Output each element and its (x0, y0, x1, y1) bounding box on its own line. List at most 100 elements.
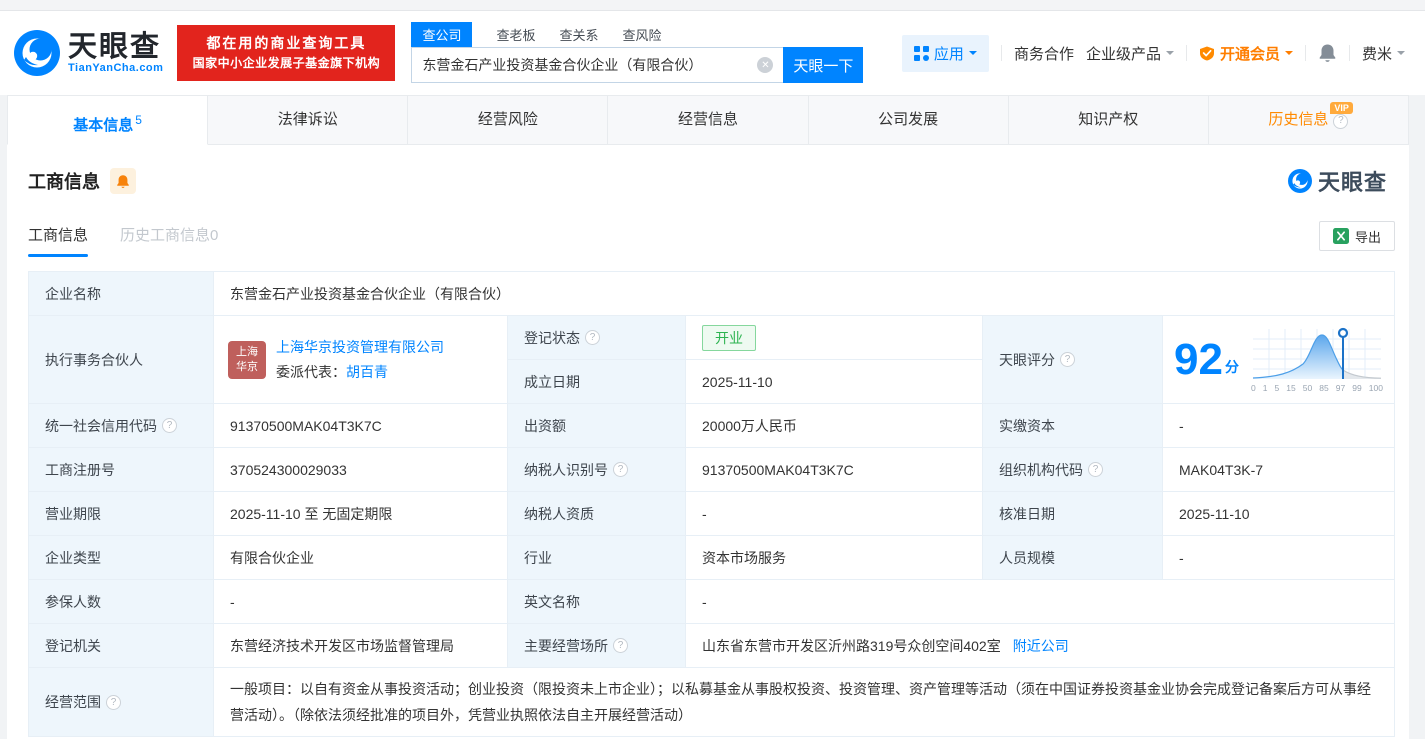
rep-label: 委派代表： (276, 364, 346, 380)
table-row: 参保人数 - 英文名称 - (29, 580, 1395, 624)
help-icon[interactable] (613, 462, 628, 477)
chevron-down-icon (1284, 51, 1293, 59)
business-scope-value: 一般项目：以自有资金从事投资活动；创业投资（限投资未上市企业）；以私募基金从事股… (214, 668, 1395, 737)
search-tabs: 查公司 查老板 查关系 查风险 (411, 22, 863, 47)
business-term-value: 2025-11-10 至 无固定期限 (214, 492, 508, 536)
subtab-business-info[interactable]: 工商信息 (28, 224, 89, 257)
field-label: 行业 (508, 536, 686, 580)
top-navigation: 应用 商务合作 企业级产品 开通会员 费米 (901, 34, 1405, 72)
banner-slogan-1: 都在用的商业查询工具 (206, 35, 367, 51)
nav-business-cooperation[interactable]: 商务合作 (1014, 43, 1074, 64)
taxpayer-id-value: 91370500MAK04T3K7C (686, 448, 983, 492)
business-info-card: 工商信息 天眼查 工商信息 历史工商信息0 导出 企业名称 东营金石产业投资基金… (7, 145, 1409, 739)
divider (1348, 45, 1350, 61)
search-button[interactable]: 天眼一下 (783, 47, 864, 83)
capital-value: 20000万人民币 (686, 404, 983, 448)
tianyancha-logo[interactable]: 天眼查 TianYanCha.com (14, 30, 163, 76)
insured-count-value: - (214, 580, 508, 624)
table-row: 经营范围 一般项目：以自有资金从事投资活动；创业投资（限投资未上市企业）；以私募… (29, 668, 1395, 737)
search-input[interactable] (422, 57, 758, 73)
field-label: 主要经营场所 (508, 624, 686, 668)
status-badge: 开业 (702, 324, 756, 351)
tianyancha-logo-icon (1287, 169, 1312, 193)
chevron-down-icon (1165, 51, 1174, 59)
apps-grid-icon (913, 45, 929, 61)
logo-domain: TianYanCha.com (68, 62, 164, 74)
search-tab-company[interactable]: 查公司 (411, 22, 473, 47)
tab-history-info[interactable]: 历史信息 VIP (1208, 95, 1409, 145)
field-label: 成立日期 (508, 360, 686, 404)
subscribe-bell-button[interactable] (110, 168, 136, 194)
table-row: 营业期限 2025-11-10 至 无固定期限 纳税人资质 - 核准日期 202… (29, 492, 1395, 536)
rep-name-link[interactable]: 胡百青 (346, 364, 388, 380)
page-top-strip (0, 0, 1425, 11)
help-icon[interactable] (1333, 113, 1349, 129)
search-tab-boss[interactable]: 查老板 (496, 22, 535, 47)
company-name-value: 东营金石产业投资基金合伙企业（有限合伙） (214, 272, 1395, 316)
bell-icon (117, 174, 129, 188)
search-area: 查公司 查老板 查关系 查风险 天眼一下 (411, 22, 864, 83)
tab-legal-proceedings[interactable]: 法律诉讼 (208, 95, 409, 145)
english-name-value: - (686, 580, 1395, 624)
help-icon[interactable] (1088, 462, 1103, 477)
score-cell: 92 分 0 1 5 15 50 85 97 99 100 (1163, 316, 1395, 404)
divider (1304, 45, 1306, 61)
clear-search-icon[interactable] (757, 57, 774, 73)
username: 费米 (1361, 45, 1392, 63)
score-axis-ticks: 0 1 5 15 50 85 97 99 100 (1250, 383, 1383, 393)
staff-size-value: - (1163, 536, 1395, 580)
field-label: 纳税人识别号 (508, 448, 686, 492)
help-icon[interactable] (106, 694, 121, 710)
field-label: 人员规模 (983, 536, 1163, 580)
tab-operating-risk[interactable]: 经营风险 (408, 95, 609, 145)
credit-code-value: 91370500MAK04T3K7C (214, 404, 508, 448)
field-label: 企业类型 (29, 536, 214, 580)
help-icon[interactable] (162, 418, 177, 433)
chevron-down-icon (968, 51, 977, 59)
apps-menu[interactable]: 应用 (901, 34, 989, 72)
field-label: 营业期限 (29, 492, 214, 536)
tab-company-development[interactable]: 公司发展 (808, 95, 1009, 145)
user-menu[interactable]: 费米 (1362, 43, 1405, 64)
score-unit: 分 (1224, 358, 1239, 375)
field-label: 登记状态 (508, 316, 686, 360)
table-row: 登记机关 东营经济技术开发区市场监督管理局 主要经营场所 山东省东营市开发区沂州… (29, 624, 1395, 668)
partner-company-link[interactable]: 上海华京投资管理有限公司 (276, 337, 444, 357)
tab-operating-info[interactable]: 经营信息 (608, 95, 809, 145)
tab-intellectual-property[interactable]: 知识产权 (1008, 95, 1209, 145)
help-icon[interactable] (1060, 352, 1075, 367)
notifications-bell[interactable] (1318, 43, 1337, 63)
company-type-value: 有限合伙企业 (214, 536, 508, 580)
logo-text: 天眼查 (68, 31, 162, 63)
business-address-value: 山东省东营市开发区沂州路319号众创空间402室 附近公司 (686, 624, 1395, 668)
paid-in-capital-value: - (1163, 404, 1395, 448)
field-label: 统一社会信用代码 (29, 404, 214, 448)
chevron-down-icon (1397, 51, 1405, 59)
table-row: 执行事务合伙人 上海 华京 上海华京投资管理有限公司 委派代表：胡百青 登记状态… (29, 316, 1395, 404)
nav-open-membership[interactable]: 开通会员 (1199, 43, 1293, 64)
field-label: 工商注册号 (29, 448, 214, 492)
field-label: 天眼评分 (983, 316, 1163, 404)
registration-authority-value: 东营经济技术开发区市场监督管理局 (214, 624, 508, 668)
field-label: 纳税人资质 (508, 492, 686, 536)
search-tab-relation[interactable]: 查关系 (559, 22, 598, 47)
partner-avatar[interactable]: 上海 华京 (228, 340, 266, 379)
nav-enterprise-products[interactable]: 企业级产品 (1086, 43, 1174, 64)
nearby-companies-link[interactable]: 附近公司 (1013, 636, 1069, 656)
excel-icon (1332, 228, 1349, 244)
reg-status-value: 开业 (686, 316, 983, 360)
subtab-history-business-info[interactable]: 历史工商信息0 (120, 224, 218, 257)
table-row: 企业类型 有限合伙企业 行业 资本市场服务 人员规模 - (29, 536, 1395, 580)
export-button[interactable]: 导出 (1318, 221, 1395, 251)
search-tab-risk[interactable]: 查风险 (622, 22, 661, 47)
field-label: 参保人数 (29, 580, 214, 624)
field-label: 实缴资本 (983, 404, 1163, 448)
help-icon[interactable] (613, 638, 628, 653)
tab-count-badge: 5 (135, 113, 142, 127)
tab-basic-info[interactable]: 基本信息 5 (7, 95, 209, 145)
help-icon[interactable] (585, 330, 600, 345)
site-header: 天眼查 TianYanCha.com 都在用的商业查询工具 国家中小企业发展子基… (0, 11, 1425, 95)
approval-date-value: 2025-11-10 (1163, 492, 1395, 536)
field-label: 企业名称 (29, 272, 214, 316)
taxpayer-qualification-value: - (686, 492, 983, 536)
